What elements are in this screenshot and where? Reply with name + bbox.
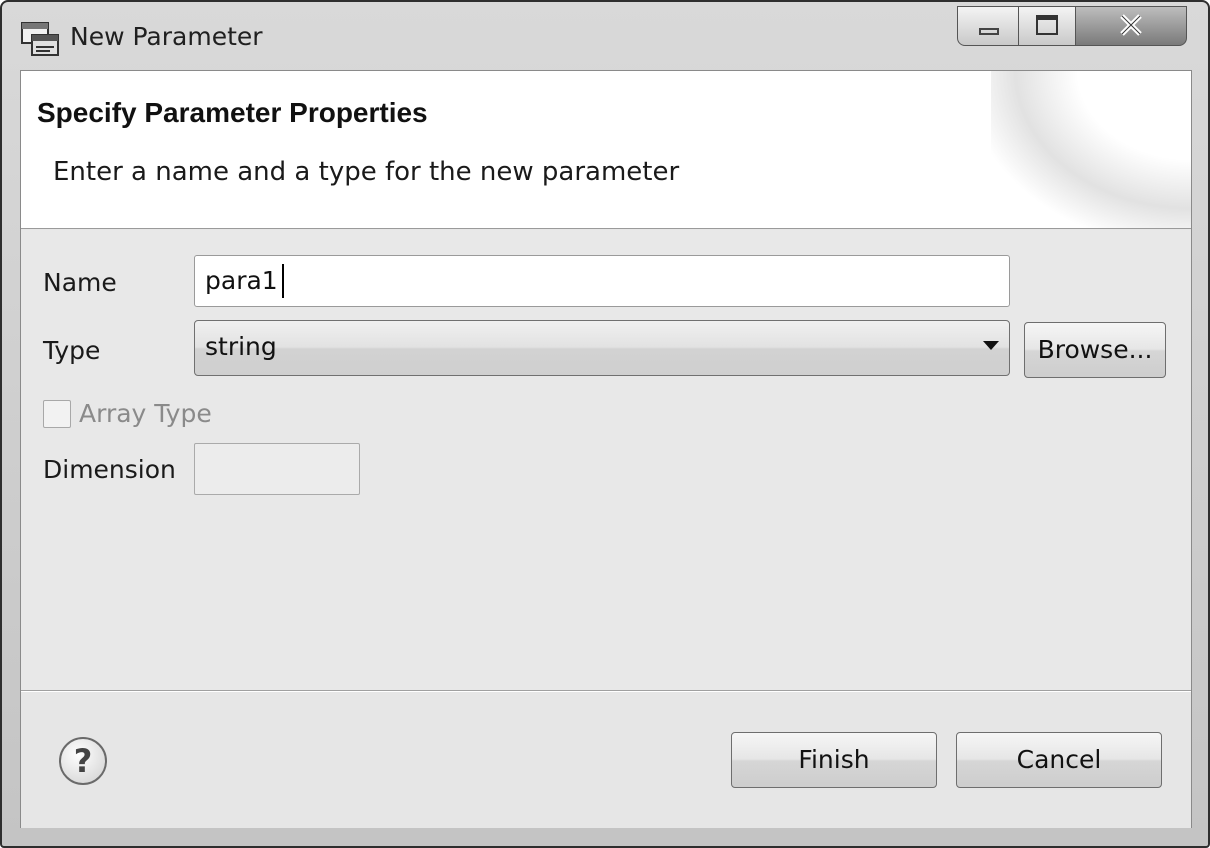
title-bar[interactable]: New Parameter [2,2,1208,70]
parameter-form: Name para1 Type string Browse... Array T… [21,230,1191,690]
type-select-value: string [205,332,277,361]
minimize-button[interactable] [957,6,1019,46]
name-input[interactable]: para1 [194,255,1010,307]
banner-decoration [991,71,1191,228]
parameter-wizard-icon [20,21,60,59]
minimize-icon [979,28,999,35]
button-bar: ? Finish Cancel [21,692,1191,828]
name-input-value: para1 [205,266,278,295]
name-label: Name [43,268,117,297]
dimension-input[interactable] [194,443,360,495]
close-icon [1120,14,1142,36]
window-title: New Parameter [70,22,263,51]
cancel-button[interactable]: Cancel [956,732,1162,788]
maximize-button[interactable] [1018,6,1076,46]
help-icon[interactable]: ? [59,737,107,785]
window-controls [957,6,1189,46]
wizard-banner: Specify Parameter Properties Enter a nam… [21,71,1191,229]
finish-button[interactable]: Finish [731,732,937,788]
array-type-label: Array Type [79,399,212,428]
dialog-client-area: Specify Parameter Properties Enter a nam… [20,70,1192,828]
dialog-window: New Parameter Specify Parameter Properti… [0,0,1210,848]
type-select[interactable]: string [194,320,1010,376]
type-label: Type [43,336,101,365]
array-type-checkbox[interactable] [43,400,71,428]
text-caret [282,264,284,298]
dimension-label: Dimension [43,455,176,484]
page-description: Enter a name and a type for the new para… [53,157,680,187]
close-button[interactable] [1075,6,1187,46]
page-title: Specify Parameter Properties [37,97,428,128]
chevron-down-icon [983,341,999,350]
browse-button[interactable]: Browse... [1024,322,1166,378]
maximize-icon [1036,15,1058,35]
